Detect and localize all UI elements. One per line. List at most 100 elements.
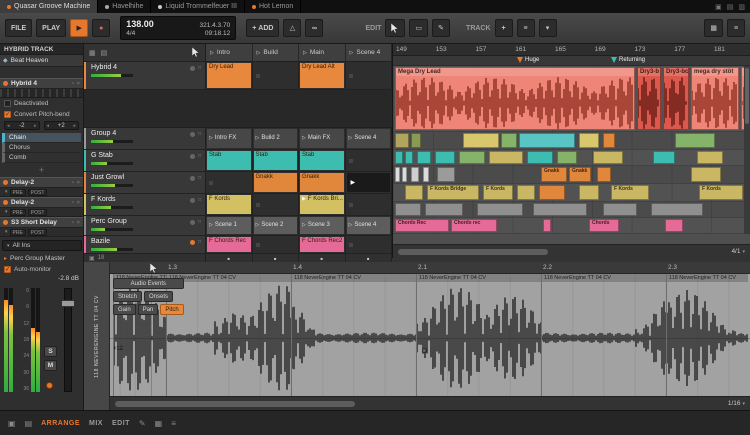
arranger-lane[interactable] (393, 150, 744, 166)
decrement-icon[interactable]: ◂ (47, 123, 50, 129)
editor-track-strip[interactable]: 118 NEVERENGINE TT 04 CV (84, 262, 110, 410)
browser-preset-item[interactable]: ◆ Beat Heaven (0, 55, 83, 67)
clip-slot[interactable]: F Chords Rec2 (299, 236, 346, 253)
post-toggle[interactable]: POST (28, 189, 48, 196)
expand-icon[interactable]: ▾ (5, 189, 8, 195)
record-arm-icon[interactable] (190, 198, 195, 203)
clip-slot[interactable]: Stab (299, 150, 346, 171)
track-header[interactable]: Bazile□ (84, 236, 206, 253)
clip-slot[interactable]: Gnakk (253, 172, 300, 193)
device-power-icon[interactable] (3, 81, 8, 86)
arranger-clip[interactable]: Mega Dry Lead (395, 67, 635, 130)
view-tab[interactable]: MIX (89, 420, 103, 427)
launcher-clip[interactable]: ▷Scene 4 (347, 217, 391, 234)
arranger-clip[interactable] (519, 133, 575, 148)
arranger-vertical-scrollbar[interactable] (744, 66, 750, 234)
record-arm-icon[interactable] (190, 220, 195, 225)
device-remove-icon[interactable]: × (77, 81, 80, 87)
arranger-clip[interactable]: F Kords (611, 185, 649, 200)
device-remove-icon[interactable]: × (77, 180, 80, 186)
arranger-clip[interactable] (411, 133, 421, 148)
convert-pitchbend-checkbox[interactable]: ✓ (4, 111, 11, 118)
audio-events-button[interactable]: Audio Events (113, 278, 184, 289)
arranger-cue-marker-lane[interactable]: Huge Returning (393, 56, 750, 66)
mute-icon[interactable]: □ (198, 175, 201, 181)
arranger-clip[interactable]: Gnakk (541, 167, 567, 182)
arranger-clip[interactable] (651, 203, 703, 216)
audio-event[interactable]: 118 NeverEngine TT 04 CV (166, 274, 291, 396)
track-list-button[interactable]: ≡ (517, 19, 535, 37)
launcher-clip[interactable]: Dry Lead Alt (300, 63, 344, 88)
deactivated-checkbox[interactable] (4, 100, 11, 107)
pre-toggle[interactable]: PRE (10, 229, 26, 236)
arranger-clip[interactable] (557, 151, 577, 164)
arranger-lane[interactable]: GnakkGnakk (393, 166, 744, 184)
arranger-clip[interactable] (539, 185, 565, 200)
stop-clip-button[interactable]: ■ (206, 254, 253, 262)
play-menu-button[interactable]: PLAY (36, 19, 66, 37)
pencil-tool-button[interactable]: ✎ (432, 19, 450, 37)
arranger-clip[interactable] (405, 185, 423, 200)
settings-button[interactable]: ≡ (727, 19, 745, 37)
grid-icon[interactable]: ▦ (155, 419, 163, 428)
post-toggle[interactable]: POST (28, 209, 48, 216)
grid-view-icon[interactable]: ▦ (89, 49, 96, 57)
view-tab[interactable]: EDIT (112, 420, 130, 427)
cue-marker[interactable]: Returning (611, 57, 645, 63)
add-layer-button[interactable]: + (0, 164, 83, 176)
transport-display[interactable]: 138.00 321.4.3.70 4/4 09:18.12 (120, 16, 236, 40)
window-layout-icon[interactable]: ▣ (8, 419, 16, 428)
arranger-lane[interactable] (393, 132, 744, 150)
launcher-clip[interactable]: ▶F Kords Bri... (300, 195, 344, 214)
pointer-tool-button[interactable] (385, 19, 405, 37)
arranger-clip[interactable] (405, 151, 413, 164)
arranger-clip[interactable]: F Kords Bridge (427, 185, 479, 200)
device-header[interactable]: Delay-2▫× (0, 177, 83, 188)
clip-slot[interactable]: Dry Lead (206, 62, 253, 89)
launcher-clip[interactable]: F Chords Rec2 (300, 237, 344, 252)
panel-toggle-right-icon[interactable]: ▥ (738, 3, 745, 11)
panel-toggle-left-icon[interactable]: ▣ (715, 3, 722, 11)
track-header[interactable]: Group 4□ (84, 128, 206, 149)
device-expand-icon[interactable]: ▫ (72, 180, 74, 186)
time-signature-value[interactable]: 4/4 (126, 30, 135, 37)
onsets-button[interactable]: Onsets (144, 291, 173, 302)
arranger-clip[interactable]: mega dry stöt (691, 67, 739, 130)
device-expand-icon[interactable]: ▫ (72, 81, 74, 87)
arranger-horizontal-scrollbar[interactable]: 4/1 ▾ (393, 244, 750, 258)
arranger-clip[interactable] (395, 133, 409, 148)
device-remove-icon[interactable]: × (77, 220, 80, 226)
pencil-icon[interactable]: ✎ (139, 419, 146, 428)
clip-slot[interactable]: ▷Scene 4 (346, 128, 393, 149)
clip-slot[interactable]: ▷Scene 1 (206, 216, 253, 235)
clip-slot[interactable]: F Chords Rec (206, 236, 253, 253)
clip-slot[interactable]: ▷Scene 3 (299, 216, 346, 235)
scrollbar-handle[interactable] (115, 401, 355, 407)
arranger-clip[interactable] (425, 203, 463, 216)
panel-toggle-bottom-icon[interactable]: ▤ (727, 3, 734, 11)
pre-toggle[interactable]: PRE (10, 209, 26, 216)
scene-header[interactable]: ▷Main (299, 44, 346, 61)
scene-play-icon[interactable]: ▷ (210, 50, 214, 56)
clip-slot[interactable] (346, 62, 393, 89)
scene-play-icon[interactable]: ▷ (303, 50, 307, 56)
launcher-clip[interactable]: Stab (207, 151, 251, 170)
cue-marker[interactable]: Huge (517, 57, 539, 63)
mute-icon[interactable]: □ (198, 65, 201, 71)
clip-slot[interactable]: ▶F Kords Bri... (299, 194, 346, 215)
record-arm-icon[interactable] (190, 154, 195, 159)
record-arm-icon[interactable] (190, 240, 195, 245)
output-routing-select[interactable]: ▸ Perc Group Master (0, 253, 83, 263)
expand-icon[interactable]: ▾ (5, 209, 8, 215)
fx-layer-item[interactable]: Comb (2, 153, 81, 163)
audio-event[interactable]: 118 NeverEngine TT 04 CV (416, 274, 541, 396)
clip-slot[interactable] (346, 236, 393, 253)
arranger-clip[interactable] (665, 219, 683, 232)
audio-event[interactable]: 118 NeverEngine TT 04 CV (541, 274, 666, 396)
device-power-icon[interactable] (3, 180, 8, 185)
launcher-clip[interactable]: ▷Scene 4 (347, 129, 391, 148)
arranger-clip[interactable] (533, 203, 587, 216)
clip-slot[interactable]: Stab (206, 150, 253, 171)
arranger-clip[interactable]: Chords Rec (395, 219, 449, 232)
clip-slot[interactable]: ▷Build 2 (253, 128, 300, 149)
